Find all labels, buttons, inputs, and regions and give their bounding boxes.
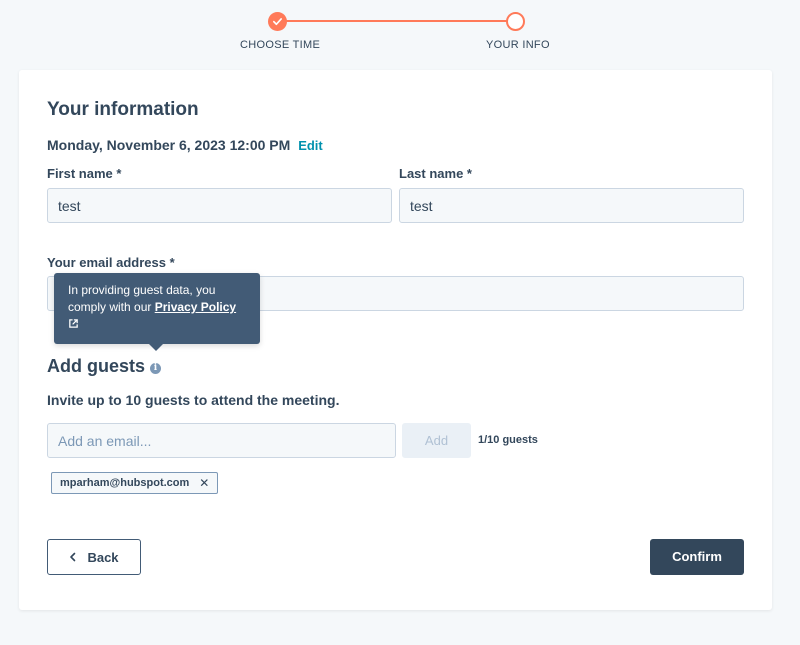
first-name-label: First name * [47, 166, 122, 181]
meeting-datetime: Monday, November 6, 2023 12:00 PM Edit [47, 137, 323, 153]
last-name-input[interactable] [399, 188, 744, 223]
stepper-line [285, 20, 507, 22]
guest-count: 1/10 guests [478, 434, 538, 446]
step-label-choose-time: CHOOSE TIME [240, 39, 321, 51]
info-icon[interactable]: i [150, 363, 162, 374]
last-name-label: Last name * [399, 166, 472, 181]
email-label: Your email address * [47, 255, 175, 270]
progress-stepper: CHOOSE TIME YOUR INFO [0, 0, 800, 60]
confirm-button[interactable]: Confirm [650, 539, 744, 575]
step-complete-check-icon [268, 12, 287, 31]
add-guest-button[interactable]: Add [402, 423, 471, 458]
back-button[interactable]: Back [47, 539, 141, 575]
page-title: Your information [47, 99, 199, 120]
chevron-left-icon [70, 552, 76, 562]
add-guests-title: Add guests [47, 356, 146, 376]
step-current-indicator [506, 12, 525, 31]
guest-email-input[interactable] [47, 423, 396, 458]
first-name-input[interactable] [47, 188, 392, 223]
step-label-your-info: YOUR INFO [486, 39, 550, 51]
guest-chip-email: mparham@hubspot.com [60, 477, 190, 489]
invite-guests-text: Invite up to 10 guests to attend the mee… [47, 392, 340, 408]
meeting-datetime-text: Monday, November 6, 2023 12:00 PM [47, 137, 291, 153]
back-button-label: Back [87, 549, 119, 565]
guest-chip: mparham@hubspot.com ✕ [51, 472, 219, 494]
privacy-policy-link[interactable]: Privacy Policy [155, 300, 236, 314]
remove-guest-close-icon[interactable]: ✕ [199, 476, 209, 490]
add-guests-heading: Add guests i [47, 356, 162, 377]
external-link-icon[interactable] [68, 318, 79, 329]
edit-datetime-link[interactable]: Edit [298, 138, 323, 153]
privacy-tooltip: In providing guest data, you comply with… [54, 273, 260, 351]
